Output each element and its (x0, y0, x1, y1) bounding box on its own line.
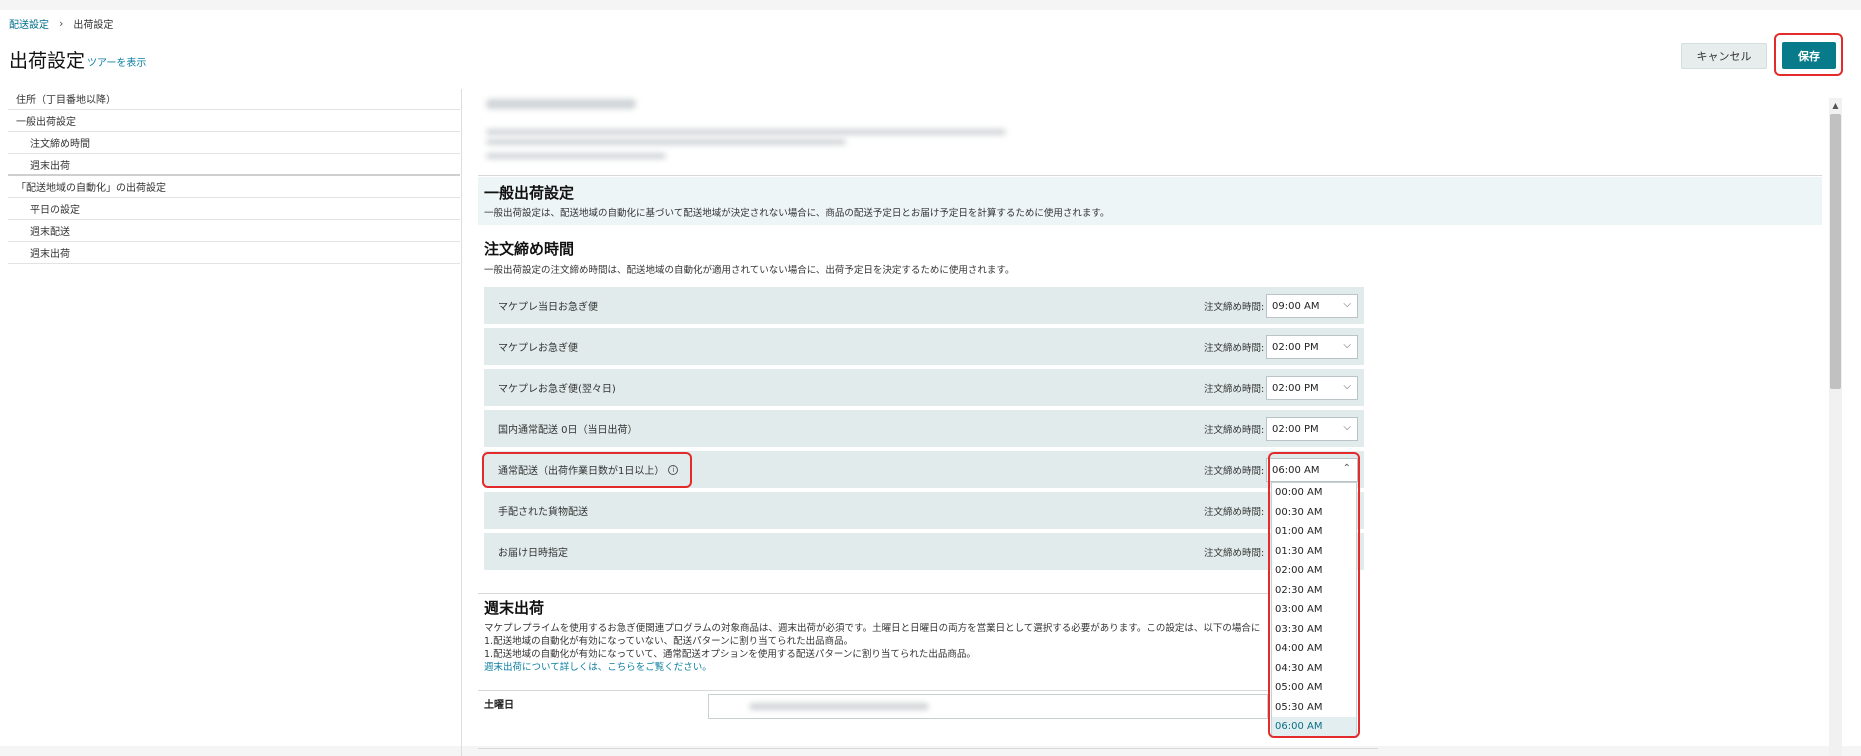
cutoff-time-select[interactable]: 02:00 PM ⌵ (1266, 335, 1358, 359)
sidebar-item-address[interactable]: 住所（丁目番地以降） (8, 88, 460, 110)
cutoff-description: 一般出荷設定の注文締め時間は、配送地域の自動化が適用されていない場合に、出荷予定… (484, 265, 1015, 276)
show-tour-link[interactable]: ツアーを表示 (87, 54, 146, 69)
row-highlight-annotation (482, 452, 692, 488)
cutoff-row-label: 手配された貨物配送 (498, 507, 588, 518)
weekend-desc-line: 1.配送地域の自動化が有効になっていない、配送パターンに割り当てられた出品商品。 (484, 636, 854, 647)
sidebar-item-weekday[interactable]: 平日の設定 (8, 198, 460, 220)
blurred-text (749, 703, 929, 710)
breadcrumb: 配送設定 › 出荷設定 (9, 16, 113, 31)
cutoff-row: マケプレお急ぎ便(翌々日) 注文締め時間: 02:00 PM ⌵ (484, 369, 1364, 406)
content-divider (461, 89, 462, 756)
divider (478, 593, 1268, 594)
chevron-down-icon: ⌵ (1343, 422, 1351, 433)
cutoff-row-label: 国内通常配送 0日（当日出荷） (498, 425, 638, 436)
sidebar-item-label: 住所（丁目番地以降） (16, 95, 116, 106)
sidebar-item-label: 週末出荷 (30, 249, 70, 260)
sidebar-item-weekend-shipping-auto[interactable]: 週末出荷 (8, 242, 460, 264)
cutoff-row-label: お届け日時指定 (498, 548, 568, 559)
page-title: 出荷設定 (9, 50, 86, 72)
cutoff-row-label: マケプレお急ぎ便(翌々日) (498, 384, 616, 395)
weekend-description: マケプレプライムを使用するお急ぎ便関連プログラムの対象商品は、週末出荷が必須です… (484, 622, 1284, 674)
cutoff-time-value: 02:00 PM (1272, 423, 1319, 435)
blurred-address-section (482, 97, 1022, 167)
cutoff-field-label: 注文締め時間: (1204, 425, 1265, 436)
cutoff-row: 手配された貨物配送 注文締め時間: (484, 492, 1364, 529)
sidebar-item-general[interactable]: 一般出荷設定 (8, 110, 460, 132)
cutoff-time-value: 09:00 AM (1272, 300, 1320, 312)
saturday-field[interactable] (708, 694, 1268, 719)
weekend-learn-more-link[interactable]: 週末出荷について詳しくは、こちらをご覧ください。 (484, 661, 1284, 674)
sidebar-item-weekend-delivery[interactable]: 週末配送 (8, 220, 460, 242)
blurred-text (486, 129, 1006, 135)
cutoff-time-value: 02:00 PM (1272, 382, 1319, 394)
divider (478, 690, 1268, 691)
save-button[interactable]: 保存 (1782, 42, 1836, 69)
page: 配送設定 › 出荷設定 出荷設定 ツアーを表示 キャンセル 保存 住所（丁目番地… (0, 10, 1861, 756)
scrollbar-thumb[interactable] (1830, 114, 1841, 389)
weekend-title: 週末出荷 (484, 599, 545, 617)
sidebar-item-weekend-shipping[interactable]: 週末出荷 (8, 154, 460, 176)
weekend-desc-line: 1.配送地域の自動化が有効になっていて、通常配送オプションを使用する配送パターン… (484, 649, 976, 660)
blurred-text (486, 139, 846, 145)
chevron-down-icon: ⌵ (1343, 340, 1351, 351)
general-settings-description: 一般出荷設定は、配送地域の自動化に基づいて配送地域が決定されない場合に、商品の配… (484, 208, 1110, 219)
chevron-down-icon: ⌵ (1343, 299, 1351, 310)
chevron-down-icon: ⌵ (1343, 381, 1351, 392)
cutoff-field-label: 注文締め時間: (1204, 343, 1265, 354)
vertical-scrollbar[interactable]: ▲ (1829, 98, 1842, 756)
sidebar-item-label: 「配送地域の自動化」の出荷設定 (16, 183, 166, 194)
sidebar-item-label: 一般出荷設定 (16, 117, 76, 128)
cutoff-field-label: 注文締め時間: (1204, 507, 1265, 518)
breadcrumb-current: 出荷設定 (73, 20, 114, 31)
sidebar-item-label: 週末配送 (30, 227, 70, 238)
sidebar-item-label: 注文締め時間 (30, 139, 90, 150)
sidebar-item-automation[interactable]: 「配送地域の自動化」の出荷設定 (8, 176, 460, 198)
cutoff-field-label: 注文締め時間: (1204, 548, 1265, 559)
general-settings-title: 一般出荷設定 (484, 184, 575, 202)
saturday-label: 土曜日 (484, 700, 514, 711)
cutoff-title: 注文締め時間 (484, 240, 575, 258)
weekend-desc-line: マケプレプライムを使用するお急ぎ便関連プログラムの対象商品は、週末出荷が必須です… (484, 623, 1261, 634)
cutoff-row: マケプレお急ぎ便 注文締め時間: 02:00 PM ⌵ (484, 328, 1364, 365)
cutoff-field-label: 注文締め時間: (1204, 302, 1265, 313)
divider (478, 175, 1822, 176)
cutoff-time-select[interactable]: 02:00 PM ⌵ (1266, 376, 1358, 400)
sidebar-nav: 住所（丁目番地以降） 一般出荷設定 注文締め時間 週末出荷 「配送地域の自動化」… (8, 88, 460, 264)
sidebar-item-cutoff[interactable]: 注文締め時間 (8, 132, 460, 154)
cutoff-row: 国内通常配送 0日（当日出荷） 注文締め時間: 02:00 PM ⌵ (484, 410, 1364, 447)
blurred-text (486, 153, 666, 159)
cutoff-row: お届け日時指定 注文締め時間: (484, 533, 1364, 570)
cutoff-row-label: マケプレ当日お急ぎ便 (498, 302, 598, 313)
cutoff-row: マケプレ当日お急ぎ便 注文締め時間: 09:00 AM ⌵ (484, 287, 1364, 324)
cutoff-row-label: マケプレお急ぎ便 (498, 343, 578, 354)
breadcrumb-parent-link[interactable]: 配送設定 (9, 16, 49, 31)
cancel-button[interactable]: キャンセル (1681, 43, 1767, 69)
cutoff-time-select[interactable]: 09:00 AM ⌵ (1266, 294, 1358, 318)
sidebar-item-label: 平日の設定 (30, 205, 80, 216)
chevron-right-icon: › (59, 17, 64, 30)
cutoff-field-label: 注文締め時間: (1204, 466, 1265, 477)
blurred-text (486, 99, 636, 109)
cutoff-time-value: 02:00 PM (1272, 341, 1319, 353)
dropdown-highlight-annotation (1268, 452, 1360, 738)
divider (478, 748, 1378, 749)
sidebar-item-label: 週末出荷 (30, 160, 70, 172)
scroll-up-icon[interactable]: ▲ (1829, 100, 1842, 110)
cutoff-time-select[interactable]: 02:00 PM ⌵ (1266, 417, 1358, 441)
cutoff-field-label: 注文締め時間: (1204, 384, 1265, 395)
